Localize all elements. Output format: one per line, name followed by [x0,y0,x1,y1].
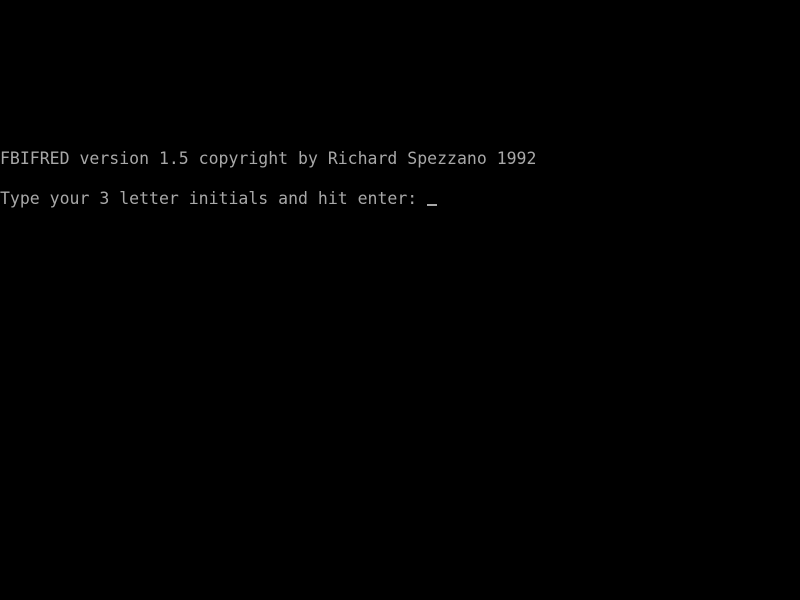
dos-console-screen[interactable]: FBIFRED version 1.5 copyright by Richard… [0,0,800,600]
text-cursor [427,204,438,206]
program-title-line: FBIFRED version 1.5 copyright by Richard… [0,149,537,168]
initials-prompt-line[interactable]: Type your 3 letter initials and hit ente… [0,189,438,209]
initials-prompt-label: Type your 3 letter initials and hit ente… [0,189,428,208]
